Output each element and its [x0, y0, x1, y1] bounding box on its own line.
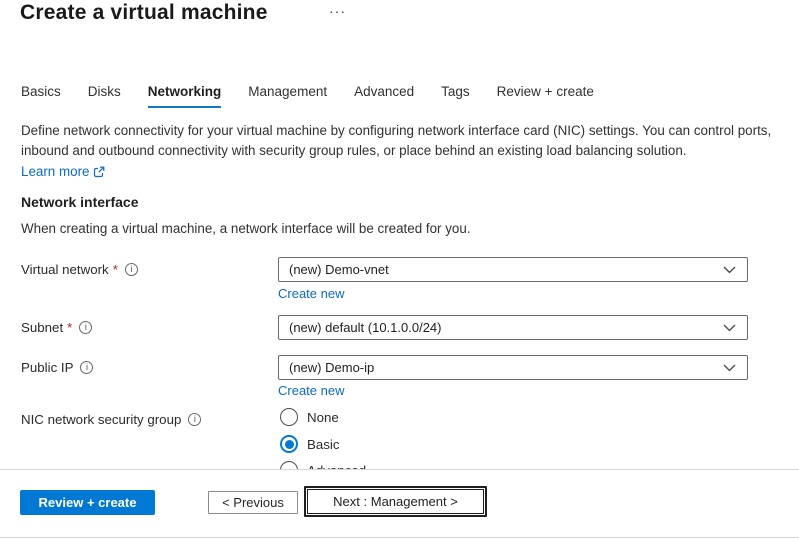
info-icon[interactable]: i [80, 361, 93, 374]
info-icon[interactable]: i [125, 263, 138, 276]
learn-more-link[interactable]: Learn more [21, 162, 105, 182]
previous-button[interactable]: < Previous [208, 491, 298, 514]
tab-bar: Basics Disks Networking Management Advan… [21, 84, 594, 108]
nic-nsg-option-none[interactable]: None [280, 408, 339, 426]
section-heading: Network interface [21, 194, 138, 210]
subnet-select[interactable]: (new) default (10.1.0.0/24) [278, 315, 748, 340]
subnet-label-text: Subnet [21, 320, 63, 335]
review-create-button[interactable]: Review + create [20, 490, 155, 515]
external-link-icon [93, 166, 105, 178]
footer-bar: Review + create < Previous Next : Manage… [0, 470, 799, 537]
chevron-down-icon [723, 364, 736, 372]
bottom-border [0, 537, 799, 538]
info-icon[interactable]: i [79, 321, 92, 334]
required-marker: * [67, 320, 72, 335]
tab-management[interactable]: Management [248, 84, 327, 108]
tab-disks[interactable]: Disks [88, 84, 121, 108]
chevron-down-icon [723, 324, 736, 332]
required-marker: * [113, 262, 118, 277]
nic-nsg-label: NIC network security group i [21, 407, 201, 432]
public-ip-label-text: Public IP [21, 360, 73, 375]
radio-basic-label: Basic [307, 437, 340, 452]
learn-more-label: Learn more [21, 162, 89, 182]
virtual-network-value: (new) Demo-vnet [289, 262, 389, 277]
create-vm-page: Create a virtual machine ··· Basics Disk… [0, 0, 799, 542]
intro-text: Define network connectivity for your vir… [21, 123, 771, 158]
section-description: When creating a virtual machine, a netwo… [21, 221, 471, 236]
tab-networking[interactable]: Networking [148, 84, 222, 108]
networking-tab-content: Create a virtual machine ··· Basics Disk… [0, 0, 799, 469]
tab-review-create[interactable]: Review + create [497, 84, 594, 108]
nic-nsg-label-text: NIC network security group [21, 412, 181, 427]
info-icon[interactable]: i [188, 413, 201, 426]
tab-advanced[interactable]: Advanced [354, 84, 414, 108]
radio-none-label: None [307, 410, 339, 425]
radio-none[interactable] [280, 408, 298, 426]
radio-basic[interactable] [280, 435, 298, 453]
nic-nsg-option-basic[interactable]: Basic [280, 435, 340, 453]
chevron-down-icon [723, 266, 736, 274]
nic-nsg-option-advanced[interactable]: Advanced [280, 461, 366, 469]
intro-block: Define network connectivity for your vir… [21, 121, 773, 182]
subnet-value: (new) default (10.1.0.0/24) [289, 320, 441, 335]
subnet-label: Subnet * i [21, 315, 92, 340]
create-new-virtual-network-link[interactable]: Create new [278, 286, 344, 301]
more-options-icon[interactable]: ··· [329, 1, 346, 21]
page-title: Create a virtual machine [20, 1, 268, 25]
public-ip-label: Public IP i [21, 355, 93, 380]
create-new-public-ip-link[interactable]: Create new [278, 383, 344, 398]
tab-tags[interactable]: Tags [441, 84, 470, 108]
public-ip-select[interactable]: (new) Demo-ip [278, 355, 748, 380]
virtual-network-select[interactable]: (new) Demo-vnet [278, 257, 748, 282]
virtual-network-label-text: Virtual network [21, 262, 109, 277]
radio-advanced[interactable] [280, 461, 298, 469]
virtual-network-label: Virtual network * i [21, 257, 138, 282]
next-management-button[interactable]: Next : Management > [304, 486, 487, 517]
public-ip-value: (new) Demo-ip [289, 360, 374, 375]
tab-basics[interactable]: Basics [21, 84, 61, 108]
